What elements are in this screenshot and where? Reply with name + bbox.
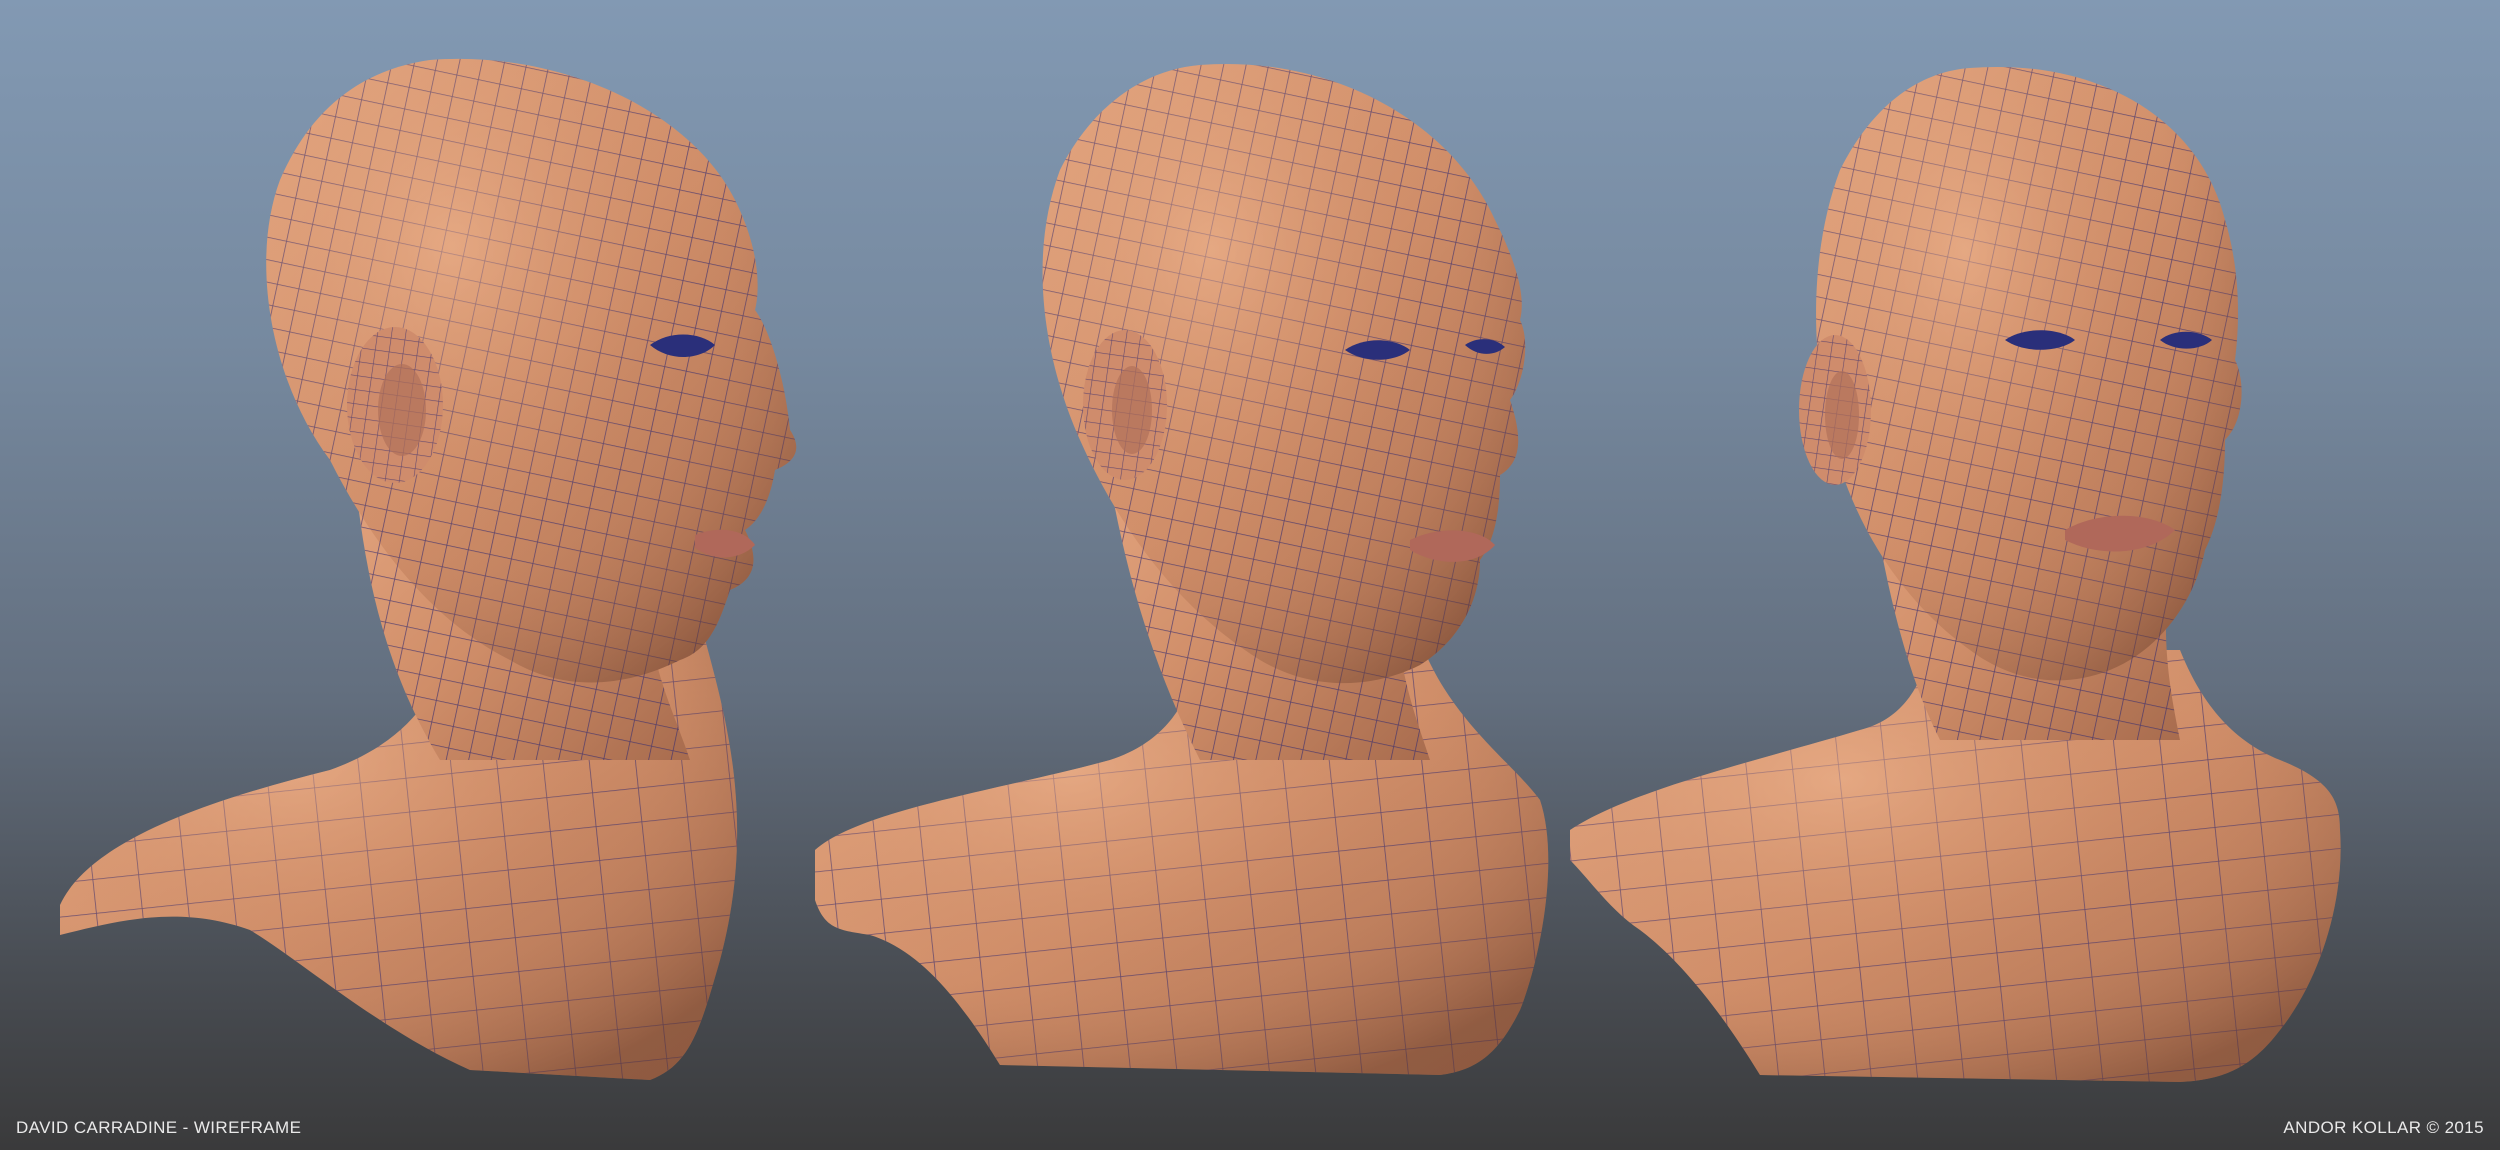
bust-profile	[60, 58, 797, 1080]
bust-three-quarter	[815, 63, 1549, 1075]
caption-title: DAVID CARRADINE - WIREFRAME	[16, 1118, 302, 1137]
caption-credit: ANDOR KOLLAR © 2015	[2283, 1118, 2484, 1137]
bust-front	[1570, 66, 2341, 1082]
render-canvas: DAVID CARRADINE - WIREFRAME ANDOR KOLLAR…	[0, 0, 2500, 1150]
wireframe-render	[60, 58, 2341, 1082]
